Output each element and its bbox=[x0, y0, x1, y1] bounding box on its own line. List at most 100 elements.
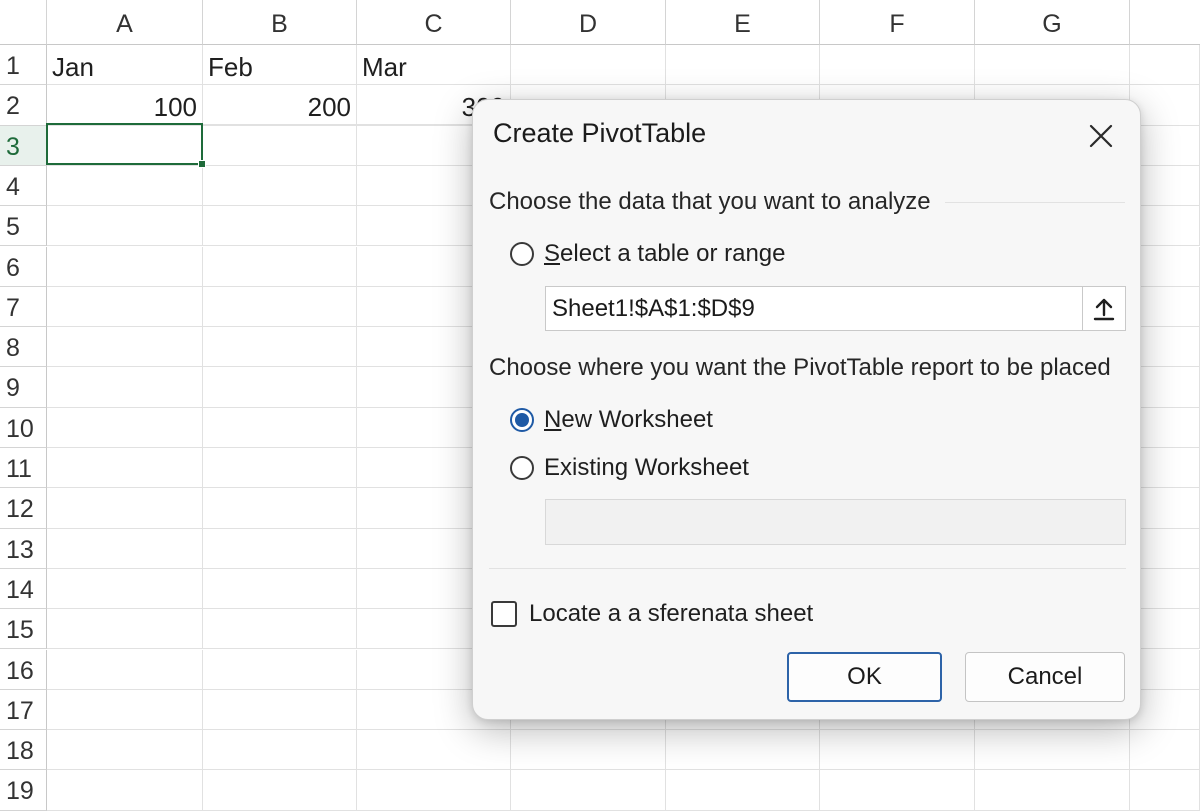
grid-cell[interactable] bbox=[511, 770, 666, 811]
grid-cell[interactable] bbox=[47, 246, 203, 287]
grid-cell[interactable] bbox=[47, 367, 203, 408]
grid-cell[interactable] bbox=[357, 770, 511, 811]
row-header-16[interactable]: 16 bbox=[0, 649, 47, 690]
grid-cell[interactable] bbox=[47, 488, 203, 529]
grid-cell[interactable] bbox=[203, 125, 357, 166]
row-header-5[interactable]: 5 bbox=[0, 206, 47, 247]
column-header-d[interactable]: D bbox=[511, 0, 666, 45]
grid-cell[interactable] bbox=[47, 327, 203, 368]
grid-cell[interactable] bbox=[203, 689, 357, 731]
row-header-2[interactable]: 2 bbox=[0, 85, 47, 126]
row-header-19[interactable]: 19 bbox=[0, 770, 47, 811]
grid-cell[interactable] bbox=[203, 327, 357, 368]
row-header-15[interactable]: 15 bbox=[0, 609, 47, 650]
grid-cell[interactable] bbox=[820, 730, 975, 771]
table-range-input[interactable] bbox=[546, 287, 1082, 330]
grid-cell[interactable] bbox=[47, 689, 203, 731]
column-header-e[interactable]: E bbox=[666, 0, 820, 45]
grid-cell[interactable] bbox=[47, 448, 203, 489]
column-header-c[interactable]: C bbox=[357, 0, 511, 45]
row-header-14[interactable]: 14 bbox=[0, 568, 47, 610]
grid-cell[interactable] bbox=[1130, 770, 1200, 811]
row-header-9[interactable]: 9 bbox=[0, 367, 47, 408]
section-label-data: Choose the data that you want to analyze bbox=[489, 188, 931, 215]
collapse-dialog-button[interactable] bbox=[1082, 287, 1125, 330]
column-header-next[interactable] bbox=[1130, 0, 1200, 45]
checkbox-row[interactable]: Locate a a sferenata sheet bbox=[491, 600, 813, 628]
grid-cell[interactable] bbox=[511, 45, 666, 86]
grid-cell[interactable] bbox=[203, 568, 357, 610]
column-header-g[interactable]: G bbox=[975, 0, 1130, 45]
row-header-13[interactable]: 13 bbox=[0, 528, 47, 569]
grid-cell[interactable] bbox=[1130, 45, 1200, 86]
row-header-17[interactable]: 17 bbox=[0, 689, 47, 731]
row-header-18[interactable]: 18 bbox=[0, 730, 47, 771]
row-header-10[interactable]: 10 bbox=[0, 407, 47, 448]
grid-cell[interactable] bbox=[975, 730, 1130, 771]
radio-button[interactable] bbox=[510, 242, 534, 266]
row-header-3[interactable]: 3 bbox=[0, 125, 47, 166]
grid-cell[interactable] bbox=[47, 407, 203, 448]
grid-cell[interactable] bbox=[203, 488, 357, 529]
row-header-7[interactable]: 7 bbox=[0, 286, 47, 328]
row-header-1[interactable]: 1 bbox=[0, 45, 47, 86]
cancel-button[interactable]: Cancel bbox=[965, 652, 1125, 702]
radio-existing-worksheet[interactable]: Existing Worksheet bbox=[510, 454, 749, 482]
grid-cell[interactable] bbox=[203, 609, 357, 650]
grid-cell[interactable] bbox=[203, 407, 357, 448]
active-cell-selection[interactable] bbox=[46, 123, 203, 165]
grid-cell[interactable] bbox=[47, 609, 203, 650]
grid-cell[interactable] bbox=[203, 367, 357, 408]
radio-new-worksheet[interactable]: New Worksheet bbox=[510, 406, 713, 434]
grid-cell[interactable] bbox=[203, 448, 357, 489]
radio-button-selected[interactable] bbox=[510, 408, 534, 432]
cell-b1[interactable]: Feb bbox=[203, 45, 357, 86]
row-header-8[interactable]: 8 bbox=[0, 327, 47, 368]
grid-cell[interactable] bbox=[47, 770, 203, 811]
grid-cell[interactable] bbox=[203, 165, 357, 207]
column-header-f[interactable]: F bbox=[820, 0, 975, 45]
grid-cell[interactable] bbox=[47, 649, 203, 690]
grid-cell[interactable] bbox=[47, 730, 203, 771]
grid-cell[interactable] bbox=[1130, 730, 1200, 771]
grid-cell[interactable] bbox=[666, 45, 820, 86]
grid-cell[interactable] bbox=[47, 206, 203, 247]
grid-cell[interactable] bbox=[47, 528, 203, 569]
row-header-6[interactable]: 6 bbox=[0, 246, 47, 287]
grid-cell[interactable] bbox=[666, 730, 820, 771]
grid-cell[interactable] bbox=[47, 165, 203, 207]
grid-cell[interactable] bbox=[666, 770, 820, 811]
grid-cell[interactable] bbox=[975, 45, 1130, 86]
cell-a2[interactable]: 100 bbox=[47, 85, 203, 126]
grid-cell[interactable] bbox=[511, 730, 666, 771]
radio-select-table-range[interactable]: Select a table or range bbox=[510, 240, 786, 268]
grid-cell[interactable] bbox=[203, 730, 357, 771]
row-header-11[interactable]: 11 bbox=[0, 448, 47, 489]
grid-cell[interactable] bbox=[820, 770, 975, 811]
grid-cell[interactable] bbox=[47, 286, 203, 328]
select-all-corner[interactable] bbox=[0, 0, 47, 45]
grid-cell[interactable] bbox=[203, 286, 357, 328]
checkbox[interactable] bbox=[491, 601, 517, 627]
column-header-a[interactable]: A bbox=[47, 0, 203, 45]
cell-c1[interactable]: Mar bbox=[357, 45, 511, 86]
ok-button[interactable]: OK bbox=[787, 652, 942, 702]
close-button[interactable] bbox=[1081, 116, 1121, 156]
fill-handle[interactable] bbox=[198, 160, 206, 168]
row-header-4[interactable]: 4 bbox=[0, 165, 47, 207]
grid-cell[interactable] bbox=[203, 649, 357, 690]
grid-cell[interactable] bbox=[203, 528, 357, 569]
grid-cell[interactable] bbox=[203, 246, 357, 287]
cell-a1[interactable]: Jan bbox=[47, 45, 203, 86]
column-header-b[interactable]: B bbox=[203, 0, 357, 45]
grid-cell[interactable] bbox=[820, 45, 975, 86]
grid-cell[interactable] bbox=[203, 770, 357, 811]
row-header-12[interactable]: 12 bbox=[0, 488, 47, 529]
grid-cell[interactable] bbox=[357, 730, 511, 771]
grid-cell[interactable] bbox=[975, 770, 1130, 811]
location-input[interactable] bbox=[545, 499, 1126, 545]
cell-b2[interactable]: 200 bbox=[203, 85, 357, 126]
radio-button[interactable] bbox=[510, 456, 534, 480]
grid-cell[interactable] bbox=[47, 568, 203, 610]
grid-cell[interactable] bbox=[203, 206, 357, 247]
